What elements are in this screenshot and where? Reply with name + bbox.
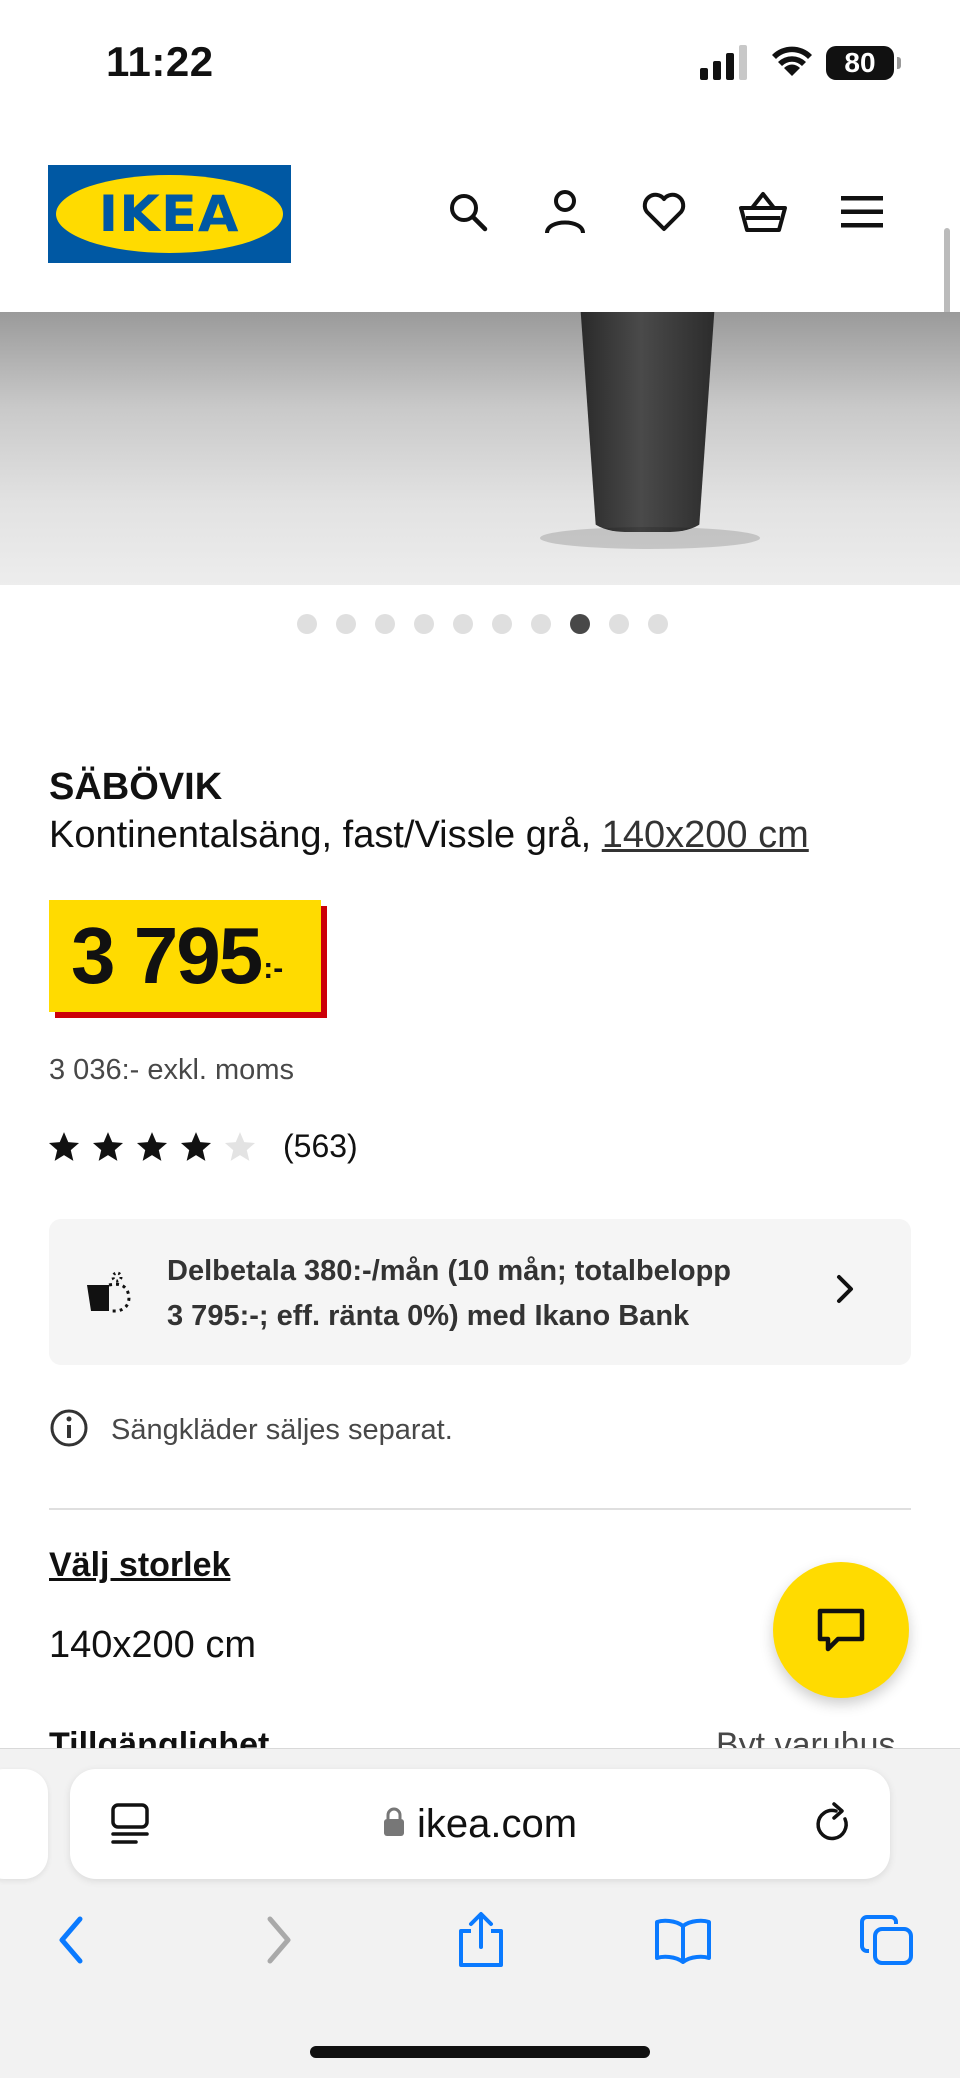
carousel-dot[interactable] — [374, 614, 395, 634]
lock-icon — [383, 1807, 405, 1842]
status-bar: 11:22 80 — [0, 0, 960, 120]
reader-mode-icon[interactable] — [110, 1802, 152, 1851]
carousel-dot[interactable] — [452, 614, 473, 634]
chat-button[interactable] — [773, 1562, 909, 1698]
status-time: 11:22 — [106, 38, 214, 85]
price-ex-vat: 3 036:- exkl. moms — [49, 1054, 294, 1086]
carousel-dot[interactable] — [491, 614, 512, 634]
chevron-right-icon — [833, 1271, 857, 1312]
price-tag: 3 795 :- — [49, 900, 327, 1018]
carousel-dot[interactable] — [335, 614, 356, 634]
share-icon[interactable] — [446, 1905, 516, 1975]
account-icon[interactable] — [540, 187, 590, 237]
star-filled-icon — [136, 1131, 168, 1161]
reload-icon[interactable] — [812, 1801, 854, 1852]
previous-tab-preview[interactable] — [0, 1769, 48, 1879]
wifi-icon — [770, 44, 814, 83]
basket-icon[interactable] — [738, 187, 788, 237]
bed-leg-graphic — [580, 312, 715, 532]
star-filled-icon — [92, 1131, 124, 1161]
choose-size-link[interactable]: Välj storlek — [49, 1546, 230, 1585]
address-center: ikea.com — [70, 1769, 890, 1879]
address-bar[interactable]: ikea.com — [70, 1769, 890, 1879]
product-description: Kontinentalsäng, fast/Vissle grå, 140x20… — [49, 814, 809, 857]
piggy-bank-icon — [83, 1271, 135, 1320]
review-count[interactable]: (563) — [283, 1128, 358, 1165]
financing-banner[interactable]: Delbetala 380:-/mån (10 mån; totalbelopp… — [49, 1219, 911, 1365]
chat-bubble-icon — [817, 1608, 865, 1652]
leg-shadow — [540, 527, 760, 549]
back-icon[interactable] — [36, 1905, 106, 1975]
star-empty-icon — [224, 1131, 256, 1161]
star-filled-icon — [180, 1131, 212, 1161]
rating[interactable]: (563) — [47, 1128, 358, 1165]
bedding-note: Sängkläder säljes separat. — [49, 1408, 453, 1453]
heart-icon[interactable] — [639, 187, 689, 237]
logo-text: IKEA — [99, 185, 240, 243]
product-description-text: Kontinentalsäng, fast/Vissle grå, — [49, 814, 602, 856]
search-icon[interactable] — [443, 187, 493, 237]
tabs-icon[interactable] — [852, 1905, 922, 1975]
carousel-dot[interactable] — [530, 614, 551, 634]
bookmarks-icon[interactable] — [648, 1905, 718, 1975]
rating-stars — [47, 1130, 257, 1164]
carousel-dot[interactable] — [413, 614, 434, 634]
star-filled-icon — [48, 1131, 80, 1161]
product-image[interactable] — [0, 312, 960, 585]
ikea-logo[interactable]: IKEA — [48, 165, 291, 263]
battery-indicator: 80 — [826, 46, 901, 80]
price-suffix: :- — [263, 952, 284, 985]
image-carousel-dots — [0, 614, 960, 634]
info-icon — [49, 1408, 89, 1453]
logo-oval: IKEA — [56, 175, 283, 253]
price-value: 3 795 — [71, 911, 263, 1000]
price-box: 3 795 :- — [49, 900, 321, 1012]
menu-icon[interactable] — [837, 187, 887, 237]
selected-size[interactable]: 140x200 cm — [49, 1624, 256, 1667]
bedding-note-text: Sängkläder säljes separat. — [111, 1414, 453, 1446]
browser-chrome: ikea.com — [0, 1748, 960, 2078]
product-name: SÄBÖVIK — [49, 766, 223, 808]
signal-icon — [700, 44, 750, 85]
carousel-dot[interactable] — [647, 614, 668, 634]
forward-icon[interactable] — [244, 1905, 314, 1975]
carousel-dot[interactable] — [569, 614, 590, 634]
browser-toolbar — [0, 1905, 960, 1985]
financing-text: Delbetala 380:-/mån (10 mån; totalbelopp… — [167, 1249, 731, 1339]
carousel-dot[interactable] — [296, 614, 317, 634]
section-divider — [49, 1508, 911, 1510]
financing-line-2: 3 795:-; eff. ränta 0%) med Ikano Bank — [167, 1300, 690, 1332]
size-link[interactable]: 140x200 cm — [602, 814, 809, 856]
carousel-dot[interactable] — [608, 614, 629, 634]
financing-line-1: Delbetala 380:-/mån (10 mån; totalbelopp — [167, 1255, 732, 1287]
site-header: IKEA — [0, 120, 960, 312]
url-text: ikea.com — [416, 1801, 578, 1846]
home-indicator — [310, 2046, 650, 2058]
